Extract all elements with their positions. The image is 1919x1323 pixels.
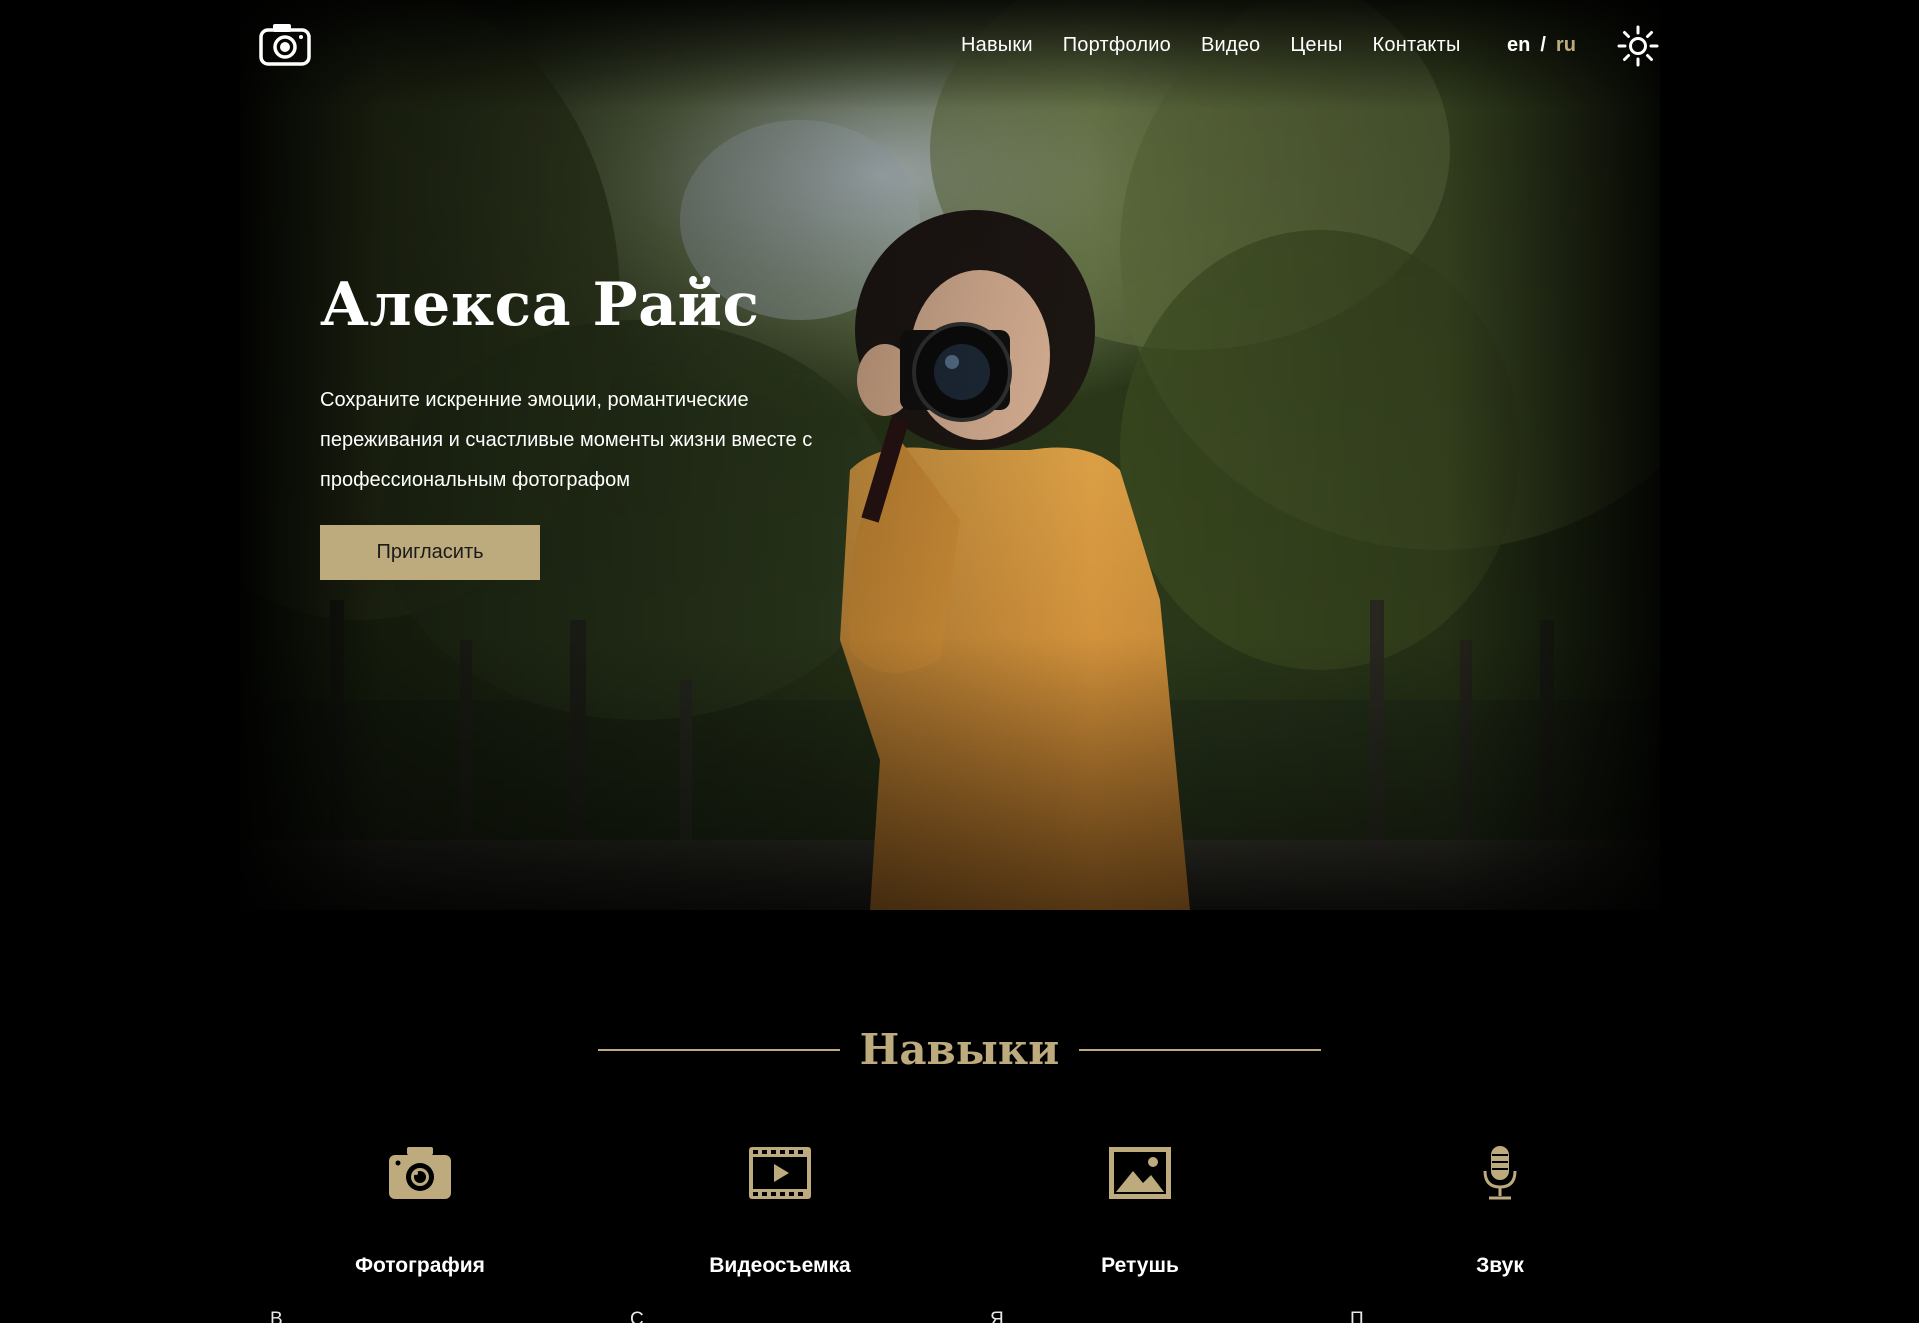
camera-icon[interactable]	[259, 22, 311, 66]
skills-heading: Навыки	[0, 1020, 1919, 1080]
skill-description: Я	[990, 1309, 1004, 1323]
nav-item-video[interactable]: Видео	[1201, 34, 1260, 57]
skills-list: Фотография В Видеосъемка С Ретушь Я Звук…	[240, 1145, 1680, 1323]
language-switcher: en / ru	[1507, 28, 1576, 62]
sun-icon[interactable]	[1617, 25, 1659, 67]
section-title: Навыки	[859, 1025, 1060, 1074]
skill-title: Ретушь	[1101, 1254, 1179, 1277]
skill-description: В	[270, 1309, 283, 1323]
microphone-icon	[1483, 1146, 1517, 1200]
hero-description: Сохраните искренние эмоции, романтически…	[320, 389, 813, 491]
video-icon	[749, 1147, 811, 1199]
lang-separator: /	[1540, 33, 1546, 56]
skill-description: П	[1350, 1309, 1364, 1323]
camera-icon	[389, 1147, 451, 1199]
lang-en-link[interactable]: en	[1507, 34, 1530, 57]
page: Навыки Портфолио Видео Цены Контакты en …	[0, 0, 1919, 1323]
skill-description: С	[630, 1309, 644, 1323]
skill-retouch: Ретушь Я	[960, 1145, 1320, 1323]
lang-ru-link[interactable]: ru	[1556, 34, 1576, 57]
skill-photography: Фотография В	[240, 1145, 600, 1323]
heading-divider-right	[1079, 1049, 1322, 1051]
nav-item-skills[interactable]: Навыки	[961, 34, 1033, 57]
invite-button[interactable]: Пригласить	[320, 525, 540, 580]
heading-divider-left	[597, 1049, 840, 1051]
nav-item-portfolio[interactable]: Портфолио	[1063, 34, 1171, 57]
skill-sound: Звук П	[1320, 1145, 1680, 1323]
main-nav: Навыки Портфолио Видео Цены Контакты	[961, 28, 1461, 62]
skill-videography: Видеосъемка С	[600, 1145, 960, 1323]
nav-item-prices[interactable]: Цены	[1290, 34, 1342, 57]
skill-title: Фотография	[355, 1254, 485, 1277]
nav-item-contacts[interactable]: Контакты	[1373, 34, 1461, 57]
skill-title: Звук	[1476, 1254, 1524, 1277]
image-icon	[1109, 1147, 1171, 1199]
skill-title: Видеосъемка	[709, 1254, 851, 1277]
hero-title: Алекса Райс	[320, 270, 760, 340]
